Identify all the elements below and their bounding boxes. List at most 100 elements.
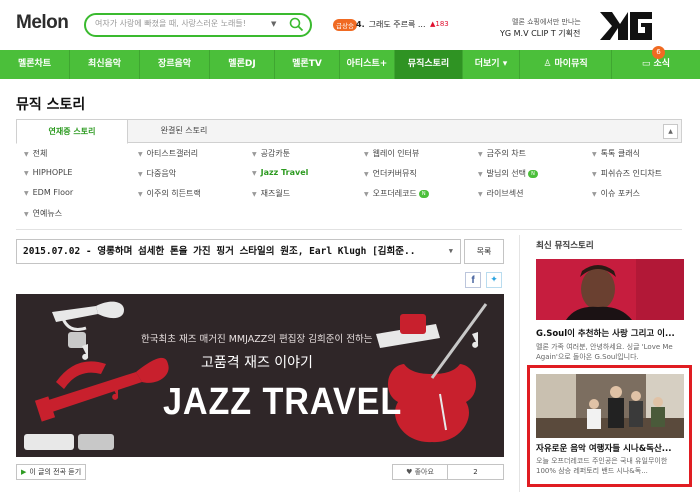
- category-label: 웹레이 인터뷰: [372, 149, 420, 158]
- divider: [16, 229, 682, 230]
- episode-select[interactable]: 2015.07.02 - 영롱하며 섬세한 톤을 가진 핑거 스타일의 원조, …: [16, 239, 461, 264]
- category-label: 재즈월드: [260, 189, 291, 198]
- category-item[interactable]: ▼ 발님의 선택 N: [478, 168, 538, 179]
- category-item[interactable]: ▼ EDM Floor: [24, 188, 73, 197]
- category-label: 다중음악: [146, 169, 177, 178]
- melon-logo[interactable]: Melon: [16, 12, 69, 34]
- new-badge: N: [527, 169, 538, 178]
- category-item[interactable]: ▼ 라이브섹션: [478, 188, 523, 199]
- rising-chart-song[interactable]: 4. 그래도 주르륵 ...: [356, 19, 425, 30]
- page-title: 뮤직 스토리: [16, 97, 86, 113]
- search-icon[interactable]: [289, 17, 304, 32]
- like-count: 2: [448, 464, 504, 480]
- category-item[interactable]: ▼ 연예뉴스: [24, 208, 62, 219]
- category-item-active[interactable]: ▼ Jazz Travel: [252, 168, 308, 177]
- category-label: 금주의 차트: [486, 149, 526, 158]
- category-item[interactable]: ▼ 아티스트갤러리: [138, 148, 198, 159]
- category-item[interactable]: ▼ 금주의 차트: [478, 148, 526, 159]
- caret-icon: ▼: [24, 190, 29, 197]
- ad-title[interactable]: YG M.V CLIP T 기획전: [500, 28, 580, 39]
- caret-icon: ▼: [252, 191, 257, 198]
- caret-icon: ▼: [138, 191, 143, 198]
- nav-more[interactable]: 더보기 ▾: [463, 50, 520, 79]
- story-tabs: 연재중 스토리 완결된 스토리 ▲: [16, 119, 682, 144]
- yg-logo[interactable]: [598, 10, 654, 42]
- like-button[interactable]: ♥ 좋아요: [392, 464, 448, 480]
- chart-rank: 4.: [356, 20, 365, 29]
- facebook-share-icon[interactable]: f: [465, 272, 481, 288]
- like-label: 좋아요: [414, 468, 434, 476]
- nav-genre-music[interactable]: 장르음악: [140, 50, 210, 79]
- search-dropdown-icon[interactable]: ▼: [271, 20, 276, 28]
- search-input[interactable]: 여자가 사랑에 빠졌을 때, 사랑스러운 노래들!: [95, 18, 246, 29]
- nav-latest-music[interactable]: 최신음악: [70, 50, 140, 79]
- caret-icon: ▼: [478, 151, 483, 158]
- story-thumbnail[interactable]: [536, 374, 684, 438]
- nav-melon-dj[interactable]: 멜론DJ: [210, 50, 275, 79]
- nav-melon-tv[interactable]: 멜론TV: [275, 50, 340, 79]
- caret-icon: ▼: [138, 171, 143, 178]
- caret-icon: ▼: [364, 151, 369, 158]
- category-item[interactable]: ▼ 재즈월드: [252, 188, 290, 199]
- category-label: 연예뉴스: [32, 209, 63, 218]
- category-item[interactable]: ▼ 웹레이 인터뷰: [364, 148, 419, 159]
- category-label: 아티스트갤러리: [146, 149, 199, 158]
- person-icon: ♙: [543, 59, 555, 69]
- category-item[interactable]: ▼ 전체: [24, 148, 47, 159]
- chart-change-value: 183: [435, 20, 449, 28]
- tab-ongoing-stories[interactable]: 연재중 스토리: [16, 119, 128, 144]
- chat-icon: ▭: [641, 59, 654, 69]
- category-label: 오프더레코드: [372, 189, 417, 198]
- listen-all-label: 이 글의 전곡 듣기: [29, 468, 82, 476]
- story-title[interactable]: G.Soul이 추천하는 사랑 그리고 이...: [536, 327, 684, 339]
- nav-my-music-label: 마이뮤직: [554, 59, 588, 69]
- nav-news-label: 소식: [653, 59, 671, 69]
- episode-select-value: 2015.07.02 - 영롱하며 섬세한 톤을 가진 핑거 스타일의 원조, …: [23, 246, 416, 257]
- twitter-share-icon[interactable]: ✦: [486, 272, 502, 288]
- category-label: 언더커버뮤직: [372, 169, 417, 178]
- caret-icon: ▼: [252, 170, 257, 177]
- tab-completed-stories[interactable]: 완결된 스토리: [129, 119, 239, 144]
- category-item[interactable]: ▼ 이주의 히든트랙: [138, 188, 201, 199]
- category-item[interactable]: ▼ 오프더레코드 N: [364, 188, 429, 199]
- category-item[interactable]: ▼ 이슈 포커스: [592, 188, 640, 199]
- dropdown-arrow-icon: ▼: [448, 247, 453, 255]
- category-label: 전체: [32, 149, 48, 158]
- story-title[interactable]: 자유로운 음악 여행자들 시나&독산...: [536, 442, 684, 454]
- caret-icon: ▼: [24, 151, 29, 158]
- category-item[interactable]: ▼ 다중음악: [138, 168, 176, 179]
- story-thumbnail[interactable]: [536, 259, 684, 320]
- portrait-illustration: [536, 259, 684, 320]
- category-item[interactable]: ▼ 언더커버뮤직: [364, 168, 417, 179]
- category-label: 이주의 히든트랙: [146, 189, 201, 198]
- caret-icon: ▼: [252, 151, 257, 158]
- ad-subtitle[interactable]: 멜론 쇼핑에서만 만나는: [512, 17, 581, 27]
- nav-music-story[interactable]: 뮤직스토리: [395, 50, 463, 79]
- latest-story-title: 최신 뮤직스토리: [536, 241, 594, 251]
- caret-icon: ▼: [592, 191, 597, 198]
- listen-all-button[interactable]: ▶ 이 글의 전곡 듣기: [16, 464, 86, 480]
- caret-icon: ▼: [138, 151, 143, 158]
- category-label: 톡톡 클래식: [600, 149, 640, 158]
- category-item[interactable]: ▼ 피쉬슈즈 인디차트: [592, 168, 662, 179]
- column-divider: [519, 235, 520, 492]
- nav-my-music[interactable]: ♙ 마이뮤직: [520, 50, 612, 79]
- nav-artist-plus[interactable]: 아티스트+: [340, 50, 395, 79]
- notice-count-badge: 6: [652, 46, 665, 59]
- top-header: Melon 여자가 사랑에 빠졌을 때, 사랑스러운 노래들! ▼ 급상승 4.…: [0, 0, 700, 50]
- caret-icon: ▼: [478, 191, 483, 198]
- nav-melon-chart[interactable]: 멜론차트: [0, 50, 70, 79]
- category-item[interactable]: ▼ 톡톡 클래식: [592, 148, 640, 159]
- search-box[interactable]: 여자가 사랑에 빠졌을 때, 사랑스러운 노래들! ▼: [84, 13, 312, 37]
- category-label: Jazz Travel: [260, 168, 309, 177]
- category-item[interactable]: ▼ 공감카툰: [252, 148, 290, 159]
- story-description: 오늘 오프더레코드 주인공은 국내 유일무이한 100% 삼승 레퍼토리 밴드 …: [536, 457, 668, 475]
- category-item[interactable]: ▼ HIPHOPLE: [24, 168, 72, 177]
- category-label: HIPHOPLE: [32, 168, 73, 177]
- list-button[interactable]: 목록: [464, 239, 504, 264]
- heart-icon: ♥: [406, 468, 415, 476]
- collapse-up-icon[interactable]: ▲: [663, 124, 678, 139]
- band-photo-illustration: [536, 374, 684, 438]
- caret-icon: ▼: [24, 211, 29, 218]
- banner-subtitle: 한국최초 재즈 매거진 MMJAZZ의 편집장 김희준이 전하는: [141, 334, 373, 345]
